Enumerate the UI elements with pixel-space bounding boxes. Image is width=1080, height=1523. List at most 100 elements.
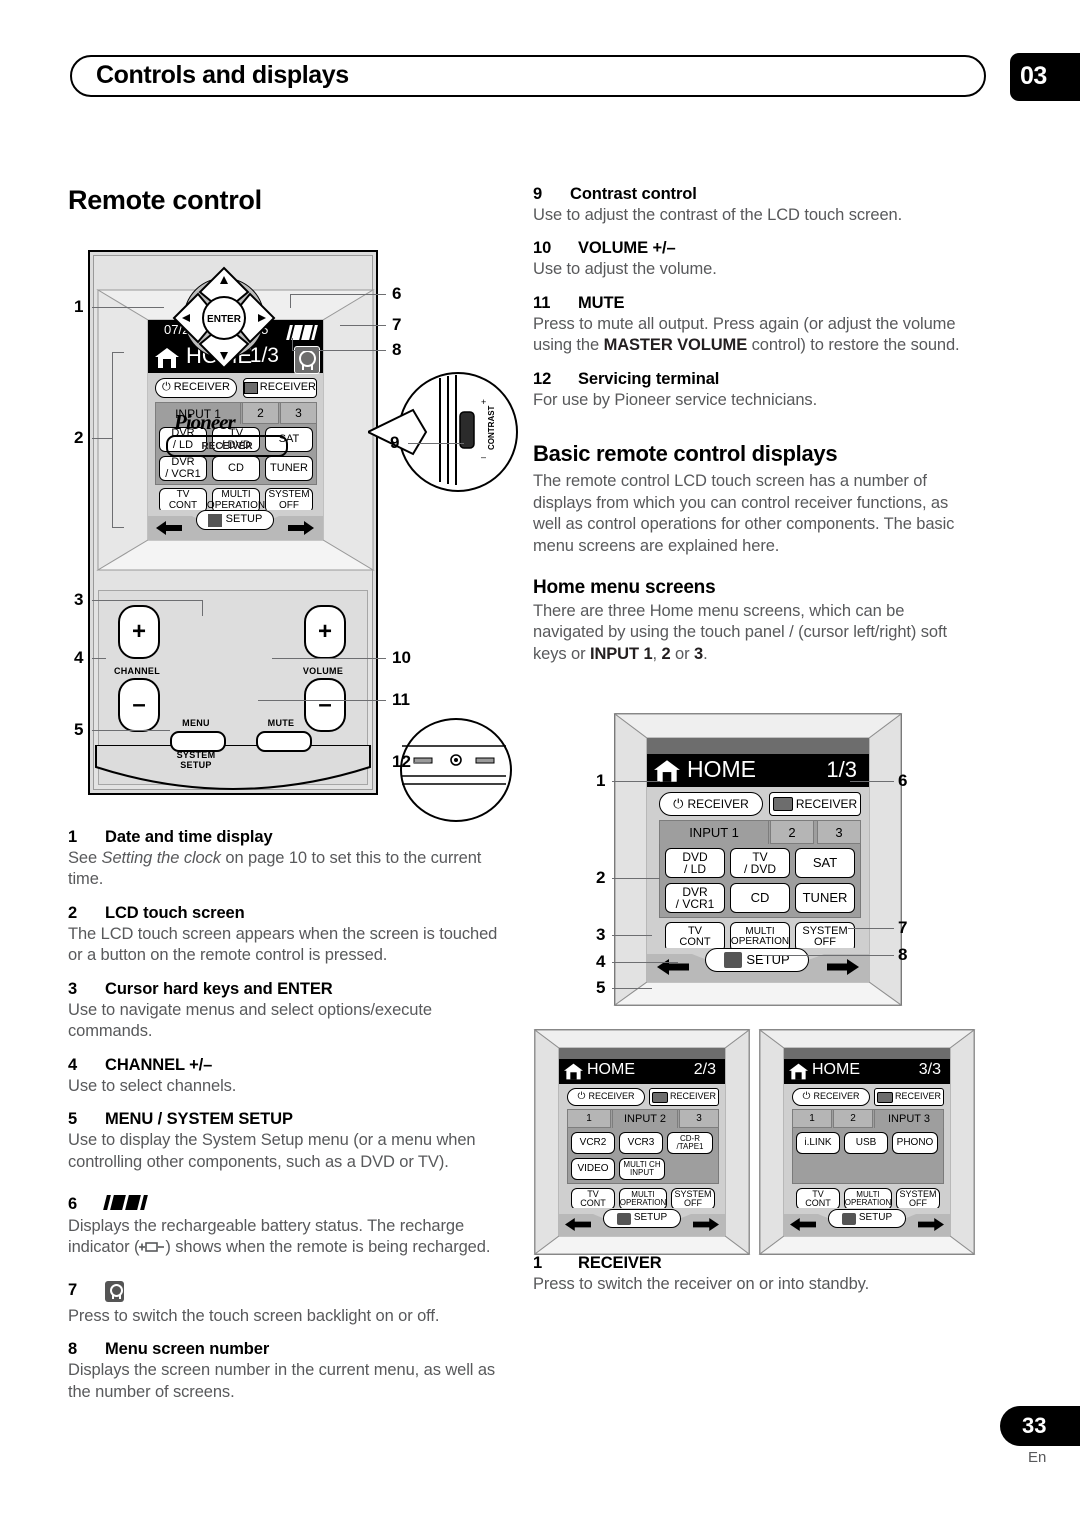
item-body: Use to display the System Setup menu (or… — [68, 1131, 476, 1171]
chapter-badge: 03 — [1010, 53, 1080, 101]
menu-screen-number: 3/3 — [918, 1061, 941, 1078]
softkey-receiver-source[interactable]: RECEIVER — [874, 1088, 944, 1106]
mute-button[interactable] — [256, 731, 312, 752]
softkey-cdr-tape1[interactable]: CD-R /TAPE1 — [667, 1132, 713, 1154]
tab-input-1[interactable]: 1 — [792, 1109, 832, 1128]
nav-right-arrow-icon[interactable] — [693, 1217, 719, 1237]
nav-right-arrow-icon[interactable] — [288, 520, 314, 541]
channel-plus-button[interactable]: + — [118, 605, 160, 659]
softkey-receiver-source[interactable]: RECEIVER — [769, 792, 861, 816]
item-body: Use to navigate menus and select options… — [68, 1000, 432, 1041]
tab-input-2[interactable]: 2 — [242, 402, 279, 424]
channel-label: CHANNEL — [113, 666, 161, 676]
softkey-tuner[interactable]: TUNER — [265, 456, 313, 481]
softkey-phono[interactable]: PHONO — [892, 1132, 938, 1154]
nav-left-arrow-icon[interactable] — [790, 1217, 816, 1237]
system-setup-label: SYSTEM SETUP — [176, 750, 216, 770]
callout-home-6: 6 — [898, 771, 908, 790]
tab-input-2[interactable]: INPUT 2 — [612, 1109, 678, 1128]
nav-right-arrow-icon[interactable] — [918, 1217, 944, 1237]
screen-title-bar: HOME 1/3 — [647, 754, 869, 787]
list-item: 4 CHANNEL +/– Use to select channels. — [68, 1056, 508, 1097]
softkey-setup[interactable]: SETUP — [828, 1209, 906, 1228]
softkey-tuner[interactable]: TUNER — [795, 883, 855, 913]
home-label: HOME — [587, 1061, 635, 1078]
softkey-system-off[interactable]: SYSTEM OFF — [671, 1188, 715, 1210]
tab-input-3[interactable]: 3 — [280, 402, 317, 424]
softkey-tv-cont[interactable]: TV CONT — [571, 1188, 615, 1210]
list-item: 6 Displays the rechargeable battery stat… — [68, 1194, 508, 1259]
softkey-cd[interactable]: CD — [730, 883, 790, 913]
item-number: 2 — [68, 903, 78, 922]
softkey-setup[interactable]: SETUP — [603, 1209, 681, 1228]
softkey-setup[interactable]: SETUP — [196, 510, 274, 530]
volume-plus-button[interactable]: + — [304, 605, 346, 659]
svg-text:ENTER: ENTER — [207, 314, 242, 325]
softkey-receiver-power[interactable]: ⏻ RECEIVER — [567, 1088, 645, 1106]
callout-11: 11 — [392, 690, 410, 709]
item-body: Press to switch the receiver on or into … — [533, 1275, 870, 1294]
softkey-sat[interactable]: SAT — [795, 848, 855, 878]
tab-input-2[interactable]: 2 — [833, 1109, 873, 1128]
item-number: 4 — [68, 1055, 78, 1074]
softkey-video[interactable]: VIDEO — [571, 1158, 615, 1180]
lcd-screen-1-3[interactable]: HOME 1/3 ⏻ RECEIVER RECEIVER INPUT 1 2 3 … — [647, 738, 869, 982]
softkey-dvr-vcr1[interactable]: DVR / VCR1 — [665, 883, 725, 913]
callout-10: 10 — [392, 648, 411, 667]
tab-input-1[interactable]: 1 — [567, 1109, 611, 1128]
tab-input-1[interactable]: INPUT 1 — [659, 820, 769, 844]
channel-minus-button[interactable]: – — [118, 678, 160, 732]
nav-right-arrow-icon[interactable] — [827, 958, 859, 981]
softkey-usb[interactable]: USB — [844, 1132, 888, 1154]
mute-label: MUTE — [267, 718, 295, 728]
nav-left-arrow-icon[interactable] — [156, 520, 182, 541]
callout-home-1: 1 — [596, 771, 606, 790]
softkey-ilink[interactable]: i.LINK — [796, 1132, 840, 1154]
svg-text:–: – — [481, 452, 486, 462]
home-label: HOME — [687, 756, 756, 782]
recharge-indicator-icon — [139, 1238, 165, 1253]
item-body: Use to adjust the volume. — [533, 260, 717, 279]
nav-left-arrow-icon[interactable] — [565, 1217, 591, 1237]
softkey-cd[interactable]: CD — [212, 456, 260, 481]
softkey-receiver-power[interactable]: ⏻ RECEIVER — [659, 792, 763, 816]
item-title: Date and time display — [105, 828, 273, 846]
tab-input-3[interactable]: 3 — [817, 820, 861, 844]
item-number: 8 — [68, 1340, 78, 1359]
softkey-vcr3[interactable]: VCR3 — [619, 1132, 663, 1154]
item-title: LCD touch screen — [105, 903, 245, 922]
menu-system-setup-button[interactable] — [170, 731, 226, 752]
softkey-setup[interactable]: SETUP — [705, 948, 809, 972]
softkey-dvd-ld[interactable]: DVD / LD — [665, 848, 725, 878]
softkey-receiver-power[interactable]: ⏻ RECEIVER — [155, 378, 237, 398]
lcd-screen-2-3[interactable]: HOME 2/3 ⏻ RECEIVER RECEIVER 1 INPUT 2 3 … — [559, 1048, 725, 1236]
volume-minus-button[interactable]: – — [304, 678, 346, 732]
menu-screen-number: 1/3 — [826, 757, 857, 782]
softkey-receiver-power[interactable]: ⏻ RECEIVER — [792, 1088, 870, 1106]
tab-input-2[interactable]: 2 — [770, 820, 814, 844]
callout-5: 5 — [74, 720, 84, 739]
menu-screen-number: 2/3 — [693, 1061, 716, 1078]
tab-input-3[interactable]: INPUT 3 — [874, 1109, 944, 1128]
lcd-screen-3-3[interactable]: HOME 3/3 ⏻ RECEIVER RECEIVER 1 2 INPUT 3 … — [784, 1048, 950, 1236]
softkey-receiver-source[interactable]: RECEIVER — [649, 1088, 719, 1106]
item-title: CHANNEL +/– — [105, 1055, 213, 1074]
servicing-terminal-bubble — [400, 718, 512, 822]
softkey-vcr2[interactable]: VCR2 — [571, 1132, 615, 1154]
softkey-multi-operation[interactable]: MULTI OPERATION — [844, 1188, 892, 1210]
softkey-multi-operation[interactable]: MULTI OPERATION — [619, 1188, 667, 1210]
tab-input-3[interactable]: 3 — [679, 1109, 719, 1128]
softkey-system-off[interactable]: SYSTEM OFF — [896, 1188, 940, 1210]
item-number: 7 — [68, 1280, 78, 1299]
softkey-tv-cont[interactable]: TV CONT — [796, 1188, 840, 1210]
softkey-tv-dvd[interactable]: TV / DVD — [730, 848, 790, 878]
cursor-dpad[interactable]: ENTER — [170, 264, 278, 372]
menu-label: MENU — [182, 718, 210, 728]
list-item: 3 Cursor hard keys and ENTER Use to navi… — [68, 980, 508, 1043]
softkey-multi-ch-input[interactable]: MULTI CH INPUT — [619, 1158, 665, 1180]
softkey-dvr-vcr1[interactable]: DVR / VCR1 — [159, 456, 207, 481]
item-body: Displays the screen number in the curren… — [68, 1361, 496, 1401]
home-label: HOME — [812, 1061, 860, 1078]
svg-text:CONTRAST: CONTRAST — [487, 405, 496, 450]
softkey-receiver-source[interactable]: RECEIVER — [243, 378, 317, 398]
